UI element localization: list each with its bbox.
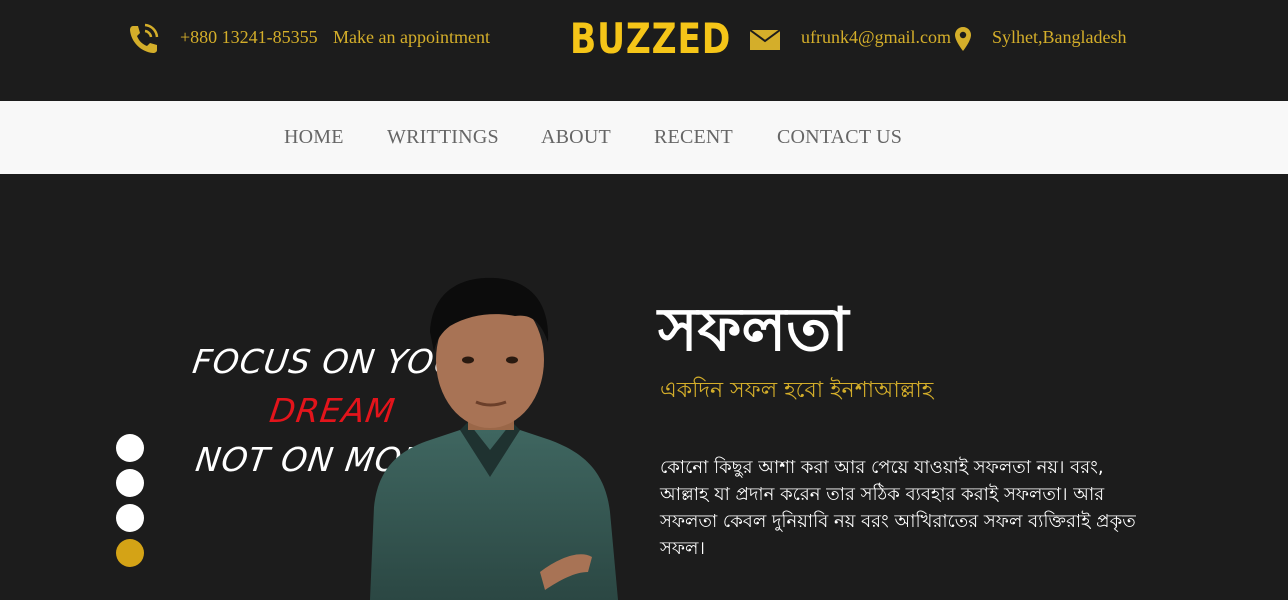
slider-dot-4[interactable]: [116, 539, 144, 567]
location-text: Sylhet,Bangladesh: [992, 27, 1127, 47]
top-header: +880 13241-85355 Make an appointment BUZ…: [0, 0, 1288, 100]
map-pin-icon: [955, 27, 971, 51]
hero-title: সফলতা: [658, 295, 849, 365]
hero-portrait-image: [370, 277, 618, 600]
main-nav: HOME WRITTINGS ABOUT RECENT CONTACT US: [0, 101, 1288, 174]
hero-section: FOCUS ON YOUR DREAM NOT ON MONEY সফলতা এ…: [0, 174, 1288, 600]
hero-body-text: কোনো কিছুর আশা করা আর পেয়ে যাওয়াই সফলত…: [660, 457, 1136, 559]
nav-writtings[interactable]: WRITTINGS: [387, 126, 499, 149]
hero-subtitle: একদিন সফল হবো ইনশাআল্লাহ: [660, 378, 934, 403]
envelope-icon: [749, 29, 781, 50]
nav-about[interactable]: ABOUT: [541, 126, 611, 149]
slider-dot-2[interactable]: [116, 469, 144, 497]
email-address[interactable]: ufrunk4@gmail.com: [801, 27, 951, 47]
slider-dot-1[interactable]: [116, 434, 144, 462]
slider-dot-3[interactable]: [116, 504, 144, 532]
phone-icon: [130, 23, 159, 53]
nav-recent[interactable]: RECENT: [654, 126, 733, 149]
nav-home[interactable]: HOME: [284, 126, 344, 149]
brand-logo[interactable]: BUZZED: [570, 14, 731, 63]
nav-contact-us[interactable]: CONTACT US: [777, 126, 902, 149]
appointment-link[interactable]: Make an appointment: [333, 27, 490, 47]
phone-number[interactable]: +880 13241-85355: [180, 27, 318, 47]
